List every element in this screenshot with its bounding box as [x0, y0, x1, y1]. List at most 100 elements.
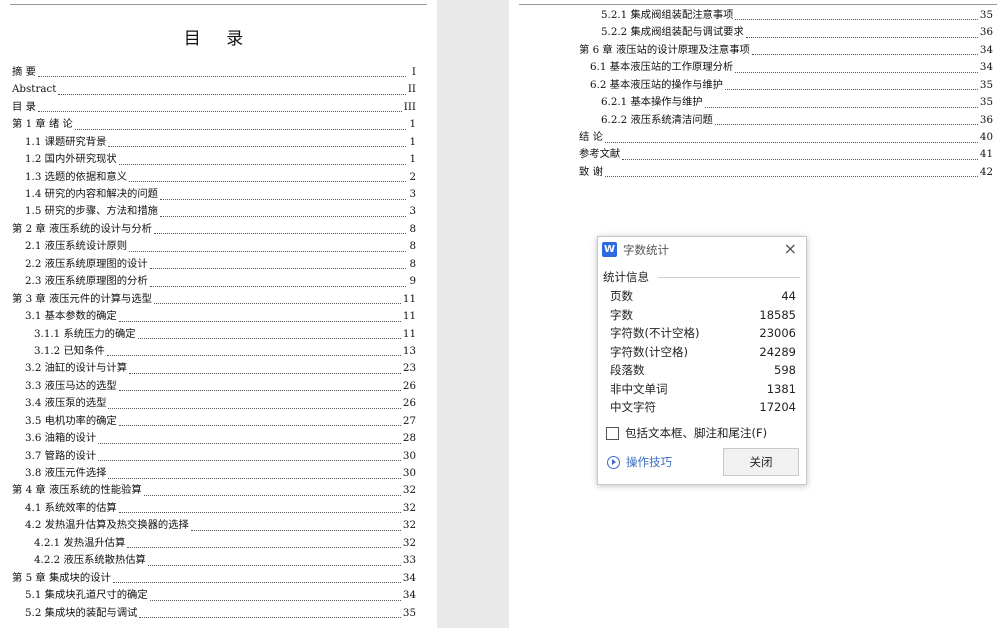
toc-entry[interactable]: 3.3 液压马达的选型 26 — [12, 378, 416, 395]
stat-value: 23006 — [759, 326, 796, 340]
toc-entry-page: 2 — [409, 170, 416, 183]
stat-value: 1381 — [766, 381, 796, 396]
stat-row: 段落数 598 — [610, 361, 796, 380]
toc-entry[interactable]: 3.5 电机功率的确定 27 — [12, 413, 416, 430]
toc-entry[interactable]: 第 2 章 液压系统的设计与分析 8 — [12, 221, 416, 238]
toc-entry-title: 1.3 选题的依据和意义 — [25, 170, 128, 183]
document-page-left: 目 录 摘 要 I Abstract II 目 录 III 第 1 章 绪 论 1 1.1 课题… — [0, 0, 437, 628]
toc-entry[interactable]: 2.2 液压系统原理图的设计 8 — [12, 256, 416, 273]
toc-dot-leader — [149, 268, 406, 270]
toc-entry-title: 4.2 发热温升估算及热交换器的选择 — [25, 519, 189, 532]
toc-entry[interactable]: 4.1 系统效率的估算 32 — [12, 500, 416, 517]
toc-entry-title: Abstract — [12, 83, 57, 96]
toc-entry[interactable]: 3.1.1 系统压力的确定 11 — [12, 326, 416, 343]
toc-entry[interactable]: 第 1 章 绪 论 1 — [12, 116, 416, 133]
toc-entry-page: 26 — [402, 379, 416, 392]
toc-entry[interactable]: 摘 要I — [12, 64, 416, 81]
toc-entry-page: 34 — [979, 61, 993, 74]
toc-dot-leader — [98, 460, 401, 462]
toc-entry[interactable]: 5.1 集成块孔道尺寸的确定 34 — [12, 587, 416, 604]
toc-entry[interactable]: 1.5 研究的步骤、方法和措施 3 — [12, 204, 416, 221]
toc-entry[interactable]: 6.2 基本液压站的操作与维护 35 — [579, 77, 993, 94]
toc-entry-title: 3.1.1 系统压力的确定 — [34, 327, 136, 340]
toc-entry-title: 1.5 研究的步骤、方法和措施 — [25, 205, 158, 218]
toc-dot-leader — [153, 233, 406, 235]
toc-entry[interactable]: 1.3 选题的依据和意义 2 — [12, 169, 416, 186]
toc-entry-page: 23 — [402, 362, 416, 375]
stats-section-label: 统计信息 — [603, 270, 649, 284]
toc-entry[interactable]: 结 论 40 — [579, 129, 993, 146]
include-textbox-footnotes-option[interactable]: 包括文本框、脚注和尾注(F) — [606, 425, 767, 441]
toc-entry[interactable]: 第 6 章 液压站的设计原理及注意事项 34 — [579, 42, 993, 59]
toc-entry[interactable]: 3.6 油箱的设计 28 — [12, 430, 416, 447]
stat-label: 中文字符 — [610, 400, 656, 414]
toc-entry-page: 40 — [979, 131, 993, 144]
toc-entry-page: 1 — [409, 118, 416, 131]
toc-entry[interactable]: 4.2.2 液压系统散热估算 33 — [12, 552, 416, 569]
toc-entry[interactable]: 6.2.2 液压系统清洁问题 36 — [579, 112, 993, 129]
toc-entry-title: 致 谢 — [579, 165, 603, 178]
toc-entry[interactable]: 2.3 液压系统原理图的分析 9 — [12, 273, 416, 290]
toc-entry[interactable]: Abstract II — [12, 81, 416, 98]
toc-entry-title: 5.2.1 集成阀组装配注意事项 — [601, 8, 734, 21]
toc-entry[interactable]: 4.2.1 发热温升估算 32 — [12, 535, 416, 552]
toc-dot-leader — [108, 407, 401, 409]
toc-entry[interactable]: 6.1 基本液压站的工作原理分析 34 — [579, 59, 993, 76]
toc-entry[interactable]: 第 4 章 液压系统的性能验算 32 — [12, 483, 416, 500]
toc-entry[interactable]: 3.4 液压泵的选型 26 — [12, 395, 416, 412]
close-button[interactable]: 关闭 — [723, 448, 799, 476]
toc-entry[interactable]: 致 谢 42 — [579, 164, 993, 181]
toc-entry[interactable]: 3.8 液压元件选择 30 — [12, 465, 416, 482]
toc-entry[interactable]: 3.7 管路的设计 30 — [12, 448, 416, 465]
stat-value: 598 — [774, 363, 796, 377]
toc-entry-page: 13 — [402, 344, 416, 357]
toc-entry-title: 3.6 油箱的设计 — [25, 432, 97, 445]
toc-entry[interactable]: 1.1 课题研究背景 1 — [12, 134, 416, 151]
toc-entry-page: 36 — [979, 113, 993, 126]
toc-entry-title: 5.2 集成块的装配与调试 — [25, 606, 138, 619]
toc-dot-leader — [147, 564, 401, 566]
toc-entry[interactable]: 2.1 液压系统设计原则 8 — [12, 238, 416, 255]
toc-entry[interactable]: 3.1 基本参数的确定 11 — [12, 308, 416, 325]
toc-entry-page: 34 — [402, 571, 416, 584]
toc-dot-leader — [735, 19, 978, 21]
stat-value: 24289 — [759, 344, 796, 359]
toc-entry[interactable]: 第 5 章 集成块的设计 34 — [12, 570, 416, 587]
toc-dot-leader — [118, 163, 406, 165]
tips-label: 操作技巧 — [626, 455, 672, 469]
toc-dot-leader — [745, 36, 978, 38]
stat-label: 段落数 — [610, 363, 645, 377]
toc-entry[interactable]: 目 录 III — [12, 99, 416, 116]
toc-entry-page: 3 — [409, 205, 416, 218]
toc-entry[interactable]: 1.4 研究的内容和解决的问题 3 — [12, 186, 416, 203]
toc-entry-page: 36 — [979, 26, 993, 39]
close-icon[interactable]: × — [784, 239, 797, 258]
toc-entry[interactable]: 5.2 集成块的装配与调试 35 — [12, 605, 416, 622]
toc-entry[interactable]: 5.2.2 集成阀组装配与调试要求 36 — [579, 24, 993, 41]
toc-entry-page: 27 — [402, 414, 416, 427]
toc-entry[interactable]: 5.2.1 集成阀组装配注意事项 35 — [579, 7, 993, 24]
toc-entry[interactable]: 6.2.1 基本操作与维护 35 — [579, 94, 993, 111]
dialog-header: W 字数统计 × — [598, 237, 806, 263]
toc-entry-page: 1 — [409, 153, 416, 166]
toc-entry-title: 2.2 液压系统原理图的设计 — [25, 257, 148, 270]
toc-list-left: 摘 要 I Abstract II 目 录 III 第 1 章 绪 论 1 1.1 课题研究背景… — [12, 64, 416, 622]
toc-entry[interactable]: 4.2 发热温升估算及热交换器的选择 32 — [12, 517, 416, 534]
toc-entry[interactable]: 3.1.2 已知条件 13 — [12, 343, 416, 360]
stat-row: 页数 44 — [610, 287, 796, 306]
stat-row: 字数 18585 — [610, 306, 796, 325]
toc-entry-title: 目 录 — [12, 100, 36, 113]
toc-entry[interactable]: 3.2 油缸的设计与计算 23 — [12, 360, 416, 377]
toc-entry[interactable]: 第 3 章 液压元件的计算与选型 11 — [12, 291, 416, 308]
stat-value: 44 — [781, 289, 796, 303]
stat-label: 字符数(不计空格) — [610, 326, 700, 340]
include-checkbox[interactable] — [606, 426, 619, 440]
toc-entry-title: 第 2 章 液压系统的设计与分析 — [12, 222, 152, 235]
toc-entry[interactable]: 1.2 国内外研究现状 1 — [12, 151, 416, 168]
stat-value: 18585 — [759, 307, 796, 322]
toc-dot-leader — [106, 355, 401, 357]
toc-entry[interactable]: 参考文献 41 — [579, 147, 993, 164]
toc-dot-leader — [118, 320, 401, 322]
toc-dot-leader — [129, 372, 401, 374]
tips-link[interactable]: 操作技巧 — [607, 454, 672, 470]
